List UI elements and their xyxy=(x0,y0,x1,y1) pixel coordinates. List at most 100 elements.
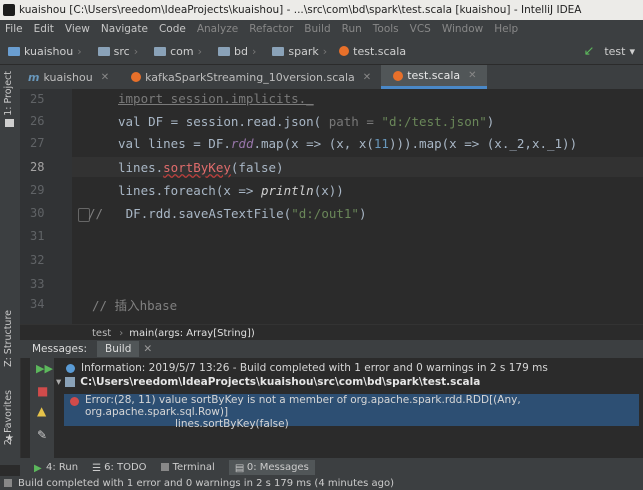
menu-analyze[interactable]: Analyze xyxy=(197,23,238,35)
stop-icon[interactable]: ■ xyxy=(37,384,48,398)
line-number: 32 xyxy=(30,253,45,267)
line-number: 34 xyxy=(30,297,45,311)
folder-icon xyxy=(97,46,110,56)
left-tool-strip: 1: Project Z: Structure 2: Favorites ★ xyxy=(0,65,21,465)
bottom-tool-tabs: ▶ 4: Run ☰ 6: TODO Terminal ▤ 0: Messages xyxy=(20,458,643,476)
close-icon[interactable]: ✕ xyxy=(363,72,371,83)
terminal-icon xyxy=(160,463,169,471)
code-line-34: // 插入hbase xyxy=(92,298,178,313)
menu-refactor[interactable]: Refactor xyxy=(249,23,293,35)
line-number: 28 xyxy=(30,160,45,174)
menu-help[interactable]: Help xyxy=(494,23,518,35)
window-titlebar: kuaishou [C:\Users\reedom\IdeaProjects\k… xyxy=(0,0,643,20)
error-icon xyxy=(70,397,79,406)
project-icon xyxy=(5,119,14,127)
editor-tabs: m kuaishou ✕ kafkaSparkStreaming_10versi… xyxy=(20,65,643,90)
file-icon xyxy=(65,377,76,387)
breadcrumb-com[interactable]: com › xyxy=(146,45,202,58)
messages-toolbar: ▶▶ ■ ▲ ✎ xyxy=(30,358,54,458)
code-line-26: val DF = session.read.json( path = "d:/t… xyxy=(118,114,495,129)
messages-icon: ▤ xyxy=(234,463,245,474)
rerun-icon[interactable]: ▶▶ xyxy=(36,362,53,375)
status-icon xyxy=(4,479,12,487)
message-info[interactable]: Information: 2019/5/7 13:26 - Build comp… xyxy=(66,362,548,374)
chevron-right-icon: › xyxy=(119,327,124,339)
breadcrumb-src[interactable]: src › xyxy=(90,45,138,58)
error-highlight: sortByKey xyxy=(163,160,231,175)
warning-icon[interactable]: ▲ xyxy=(37,404,46,418)
breadcrumb-method[interactable]: main(args: Array[String]) xyxy=(129,328,255,339)
status-text: Build completed with 1 error and 0 warni… xyxy=(18,477,395,489)
tab-build[interactable]: Build xyxy=(97,341,140,357)
menu-code[interactable]: Code xyxy=(159,23,186,35)
folder-icon xyxy=(272,46,285,56)
line-number: 29 xyxy=(30,183,45,197)
wrench-icon[interactable]: ✎ xyxy=(37,428,47,442)
line-number: 26 xyxy=(30,114,45,128)
code-editor[interactable]: import session.implicits._ val DF = sess… xyxy=(72,89,643,324)
menu-file[interactable]: File xyxy=(5,23,23,35)
window-title: kuaishou [C:\Users\reedom\IdeaProjects\k… xyxy=(19,4,582,16)
code-line-27: val lines = DF.rdd.map(x => (x, x(11))).… xyxy=(118,136,578,151)
scala-file-icon xyxy=(339,46,350,56)
todo-icon: ☰ xyxy=(92,463,102,474)
line-number: 27 xyxy=(30,136,45,150)
messages-panel: Information: 2019/5/7 13:26 - Build comp… xyxy=(54,358,643,458)
tab-run[interactable]: ▶ 4: Run xyxy=(34,462,78,475)
code-line-29: lines.foreach(x => println(x)) xyxy=(118,183,344,198)
close-icon[interactable]: ✕ xyxy=(101,72,109,83)
line-number: 25 xyxy=(30,92,45,106)
breadcrumb-file[interactable]: test.scala xyxy=(335,45,406,58)
line-number: 30 xyxy=(30,206,45,220)
tab-messages[interactable]: ▤ 0: Messages xyxy=(228,459,315,475)
chevron-down-icon[interactable]: ▾ xyxy=(56,376,61,388)
menu-run[interactable]: Run xyxy=(342,23,362,35)
star-icon: ★ xyxy=(5,433,14,444)
breadcrumb-bd[interactable]: bd › xyxy=(210,45,256,58)
folder-icon xyxy=(154,46,167,56)
line-number-gutter: 25 26 27 28 29 30 31 32 33 34 xyxy=(20,89,72,324)
editor-breadcrumb: test › main(args: Array[String]) xyxy=(20,324,643,341)
module-icon: m xyxy=(28,70,40,84)
tab-test-scala[interactable]: test.scala ✕ xyxy=(381,65,487,89)
breadcrumb-spark[interactable]: spark › xyxy=(264,45,327,58)
message-error[interactable]: Error:(28, 11) value sortByKey is not a … xyxy=(64,394,639,430)
info-icon xyxy=(66,364,75,373)
messages-title: Messages: xyxy=(32,343,88,355)
tab-kafka-streaming[interactable]: kafkaSparkStreaming_10version.scala ✕ xyxy=(119,65,381,89)
menu-view[interactable]: View xyxy=(65,23,90,35)
tab-todo[interactable]: ☰ 6: TODO xyxy=(92,462,146,475)
breadcrumb-object[interactable]: test xyxy=(92,328,111,339)
menu-edit[interactable]: Edit xyxy=(34,23,54,35)
project-tool-tab[interactable]: 1: Project xyxy=(3,71,14,116)
breadcrumb-kuaishou[interactable]: kuaishou › xyxy=(0,45,82,58)
tab-kuaishou[interactable]: m kuaishou ✕ xyxy=(20,65,119,89)
close-icon[interactable]: ✕ xyxy=(468,70,476,81)
menu-build[interactable]: Build xyxy=(304,23,330,35)
line-number: 33 xyxy=(30,277,45,291)
error-detail: lines.sortByKey(false) xyxy=(175,418,289,430)
run-icon: ▶ xyxy=(34,463,42,474)
menu-tools[interactable]: Tools xyxy=(373,23,399,35)
project-folder-icon xyxy=(8,46,20,56)
code-line-28: lines.sortByKey(false) xyxy=(118,160,284,175)
tab-terminal[interactable]: Terminal xyxy=(160,462,215,473)
message-file[interactable]: ▾ C:\Users\reedom\IdeaProjects\kuaishou\… xyxy=(56,376,480,388)
intellij-icon xyxy=(3,4,15,16)
run-config-select[interactable]: test xyxy=(604,45,625,58)
scala-file-icon xyxy=(393,70,404,81)
menu-navigate[interactable]: Navigate xyxy=(101,23,148,35)
navigation-bar: kuaishou › src › com › bd › spark › test.scal… xyxy=(0,38,643,65)
folder-icon xyxy=(218,46,230,56)
menu-vcs[interactable]: VCS xyxy=(410,23,431,35)
chevron-down-icon[interactable]: ▾ xyxy=(629,45,635,58)
status-bar: Build completed with 1 error and 0 warni… xyxy=(0,476,643,490)
menu-bar: File Edit View Navigate Code Analyze Ref… xyxy=(0,20,643,38)
menu-window[interactable]: Window xyxy=(442,23,483,35)
close-icon[interactable]: ✕ xyxy=(143,343,152,355)
messages-header: Messages: Build ✕ xyxy=(20,340,643,358)
code-line-30: // DF.rdd.saveAsTextFile("d:/out1") xyxy=(88,206,367,221)
structure-tool-tab[interactable]: Z: Structure xyxy=(3,310,14,367)
back-arrow-icon[interactable]: ↙ xyxy=(583,44,594,59)
scala-file-icon xyxy=(131,72,142,82)
